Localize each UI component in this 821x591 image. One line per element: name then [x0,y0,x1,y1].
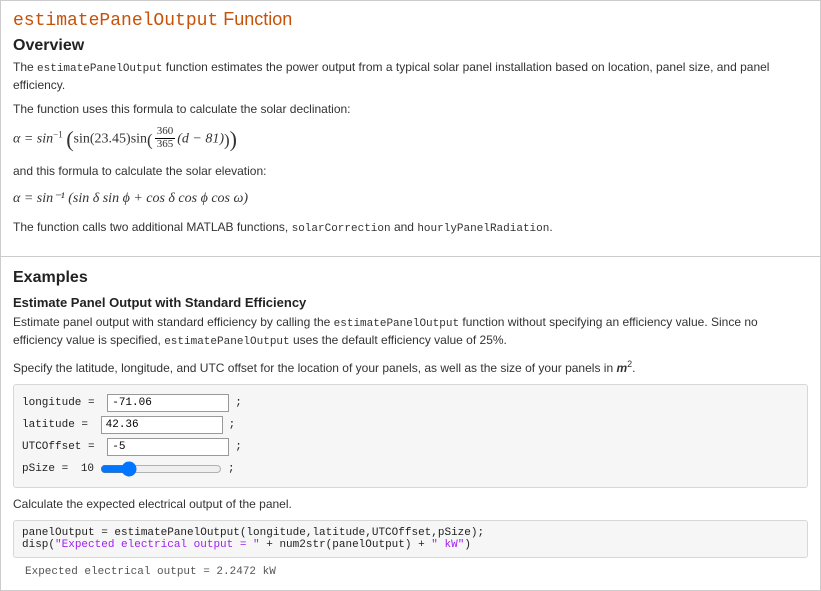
semicolon: ; [235,441,242,453]
code-line-2: disp("Expected electrical output = " + n… [22,539,799,551]
formula-elevation: α = sin⁻¹ (sin δ sin ϕ + cos δ cos ϕ cos… [13,190,808,207]
row-psize: pSize = 10 ; [22,459,799,479]
overview-heading: Overview [13,37,808,55]
utcoffset-input[interactable] [107,438,229,456]
example-subheading: Estimate Panel Output with Standard Effi… [13,295,808,310]
text: . [632,361,635,375]
f1-frac: 360365 [155,126,176,150]
psize-slider-wrap [100,460,222,478]
text: The function calls two additional MATLAB… [13,220,292,234]
code-inline: hourlyPanelRadiation [417,223,549,235]
page-title: estimatePanelOutput Function [13,9,808,31]
text: disp( [22,539,55,551]
code-line-1: panelOutput = estimatePanelOutput(longit… [22,527,799,539]
overview-p1: The estimatePanelOutput function estimat… [13,59,808,93]
overview-p4: The function calls two additional MATLAB… [13,219,808,237]
latitude-label: latitude = [22,419,95,431]
code-inline: estimatePanelOutput [334,318,459,330]
row-longitude: longitude = ; [22,393,799,413]
overview-p2: The function uses this formula to calcul… [13,101,808,117]
example-p3: Calculate the expected electrical output… [13,496,808,512]
formula-declination: α = sin−1 (sin(23.45)sin(360365(d − 81))… [13,127,808,151]
f1-den: 365 [155,139,176,151]
latitude-input[interactable] [101,416,223,434]
row-utcoffset: UTCOffset = ; [22,437,799,457]
semicolon: ; [228,463,235,475]
title-word: Function [218,9,292,29]
code-inline: estimatePanelOutput [164,336,289,348]
text: uses the default efficiency value of 25%… [290,333,507,347]
code-inline: estimatePanelOutput [37,63,162,75]
overview-panel: estimatePanelOutput Function Overview Th… [0,0,821,257]
text: Estimate panel output with standard effi… [13,315,334,329]
text: and [391,220,418,234]
string-literal: " kW" [431,539,464,551]
semicolon: ; [229,419,236,431]
f1-lhs: α = sin [13,131,53,146]
example-p2: Specify the latitude, longitude, and UTC… [13,358,808,376]
examples-panel: Examples Estimate Panel Output with Stan… [0,257,821,591]
code-inline: solarCorrection [292,223,391,235]
semicolon: ; [235,397,242,409]
overview-p3: and this formula to calculate the solar … [13,163,808,179]
psize-value: 10 [81,463,94,475]
text: ) [464,539,471,551]
string-literal: "Expected electrical output = " [55,539,260,551]
longitude-label: longitude = [22,397,101,409]
examples-heading: Examples [13,269,808,287]
output-text: Expected electrical output = 2.2472 kW [25,566,808,578]
f1-open2: ( [147,130,153,149]
code-block-calc: panelOutput = estimatePanelOutput(longit… [13,520,808,558]
f1-num: 360 [155,126,176,139]
text: Specify the latitude, longitude, and UTC… [13,361,616,375]
f1-sin1: sin(23.45)sin [74,131,148,146]
title-code: estimatePanelOutput [13,11,218,31]
f1-sup: −1 [53,129,63,139]
text: The [13,60,37,74]
psize-slider[interactable] [100,460,222,478]
psize-label: pSize = [22,463,75,475]
f1-open1: ( [66,126,73,151]
f1-close1: ) [230,126,237,151]
utcoffset-label: UTCOffset = [22,441,101,453]
code-block-inputs: longitude = ; latitude = ; UTCOffset = ;… [13,384,808,488]
text: . [549,220,552,234]
f1-after-frac: (d − 81) [177,131,224,146]
text: + num2str(panelOutput) + [260,539,432,551]
example-p1: Estimate panel output with standard effi… [13,314,808,350]
longitude-input[interactable] [107,394,229,412]
unit-m: m [616,361,627,375]
row-latitude: latitude = ; [22,415,799,435]
